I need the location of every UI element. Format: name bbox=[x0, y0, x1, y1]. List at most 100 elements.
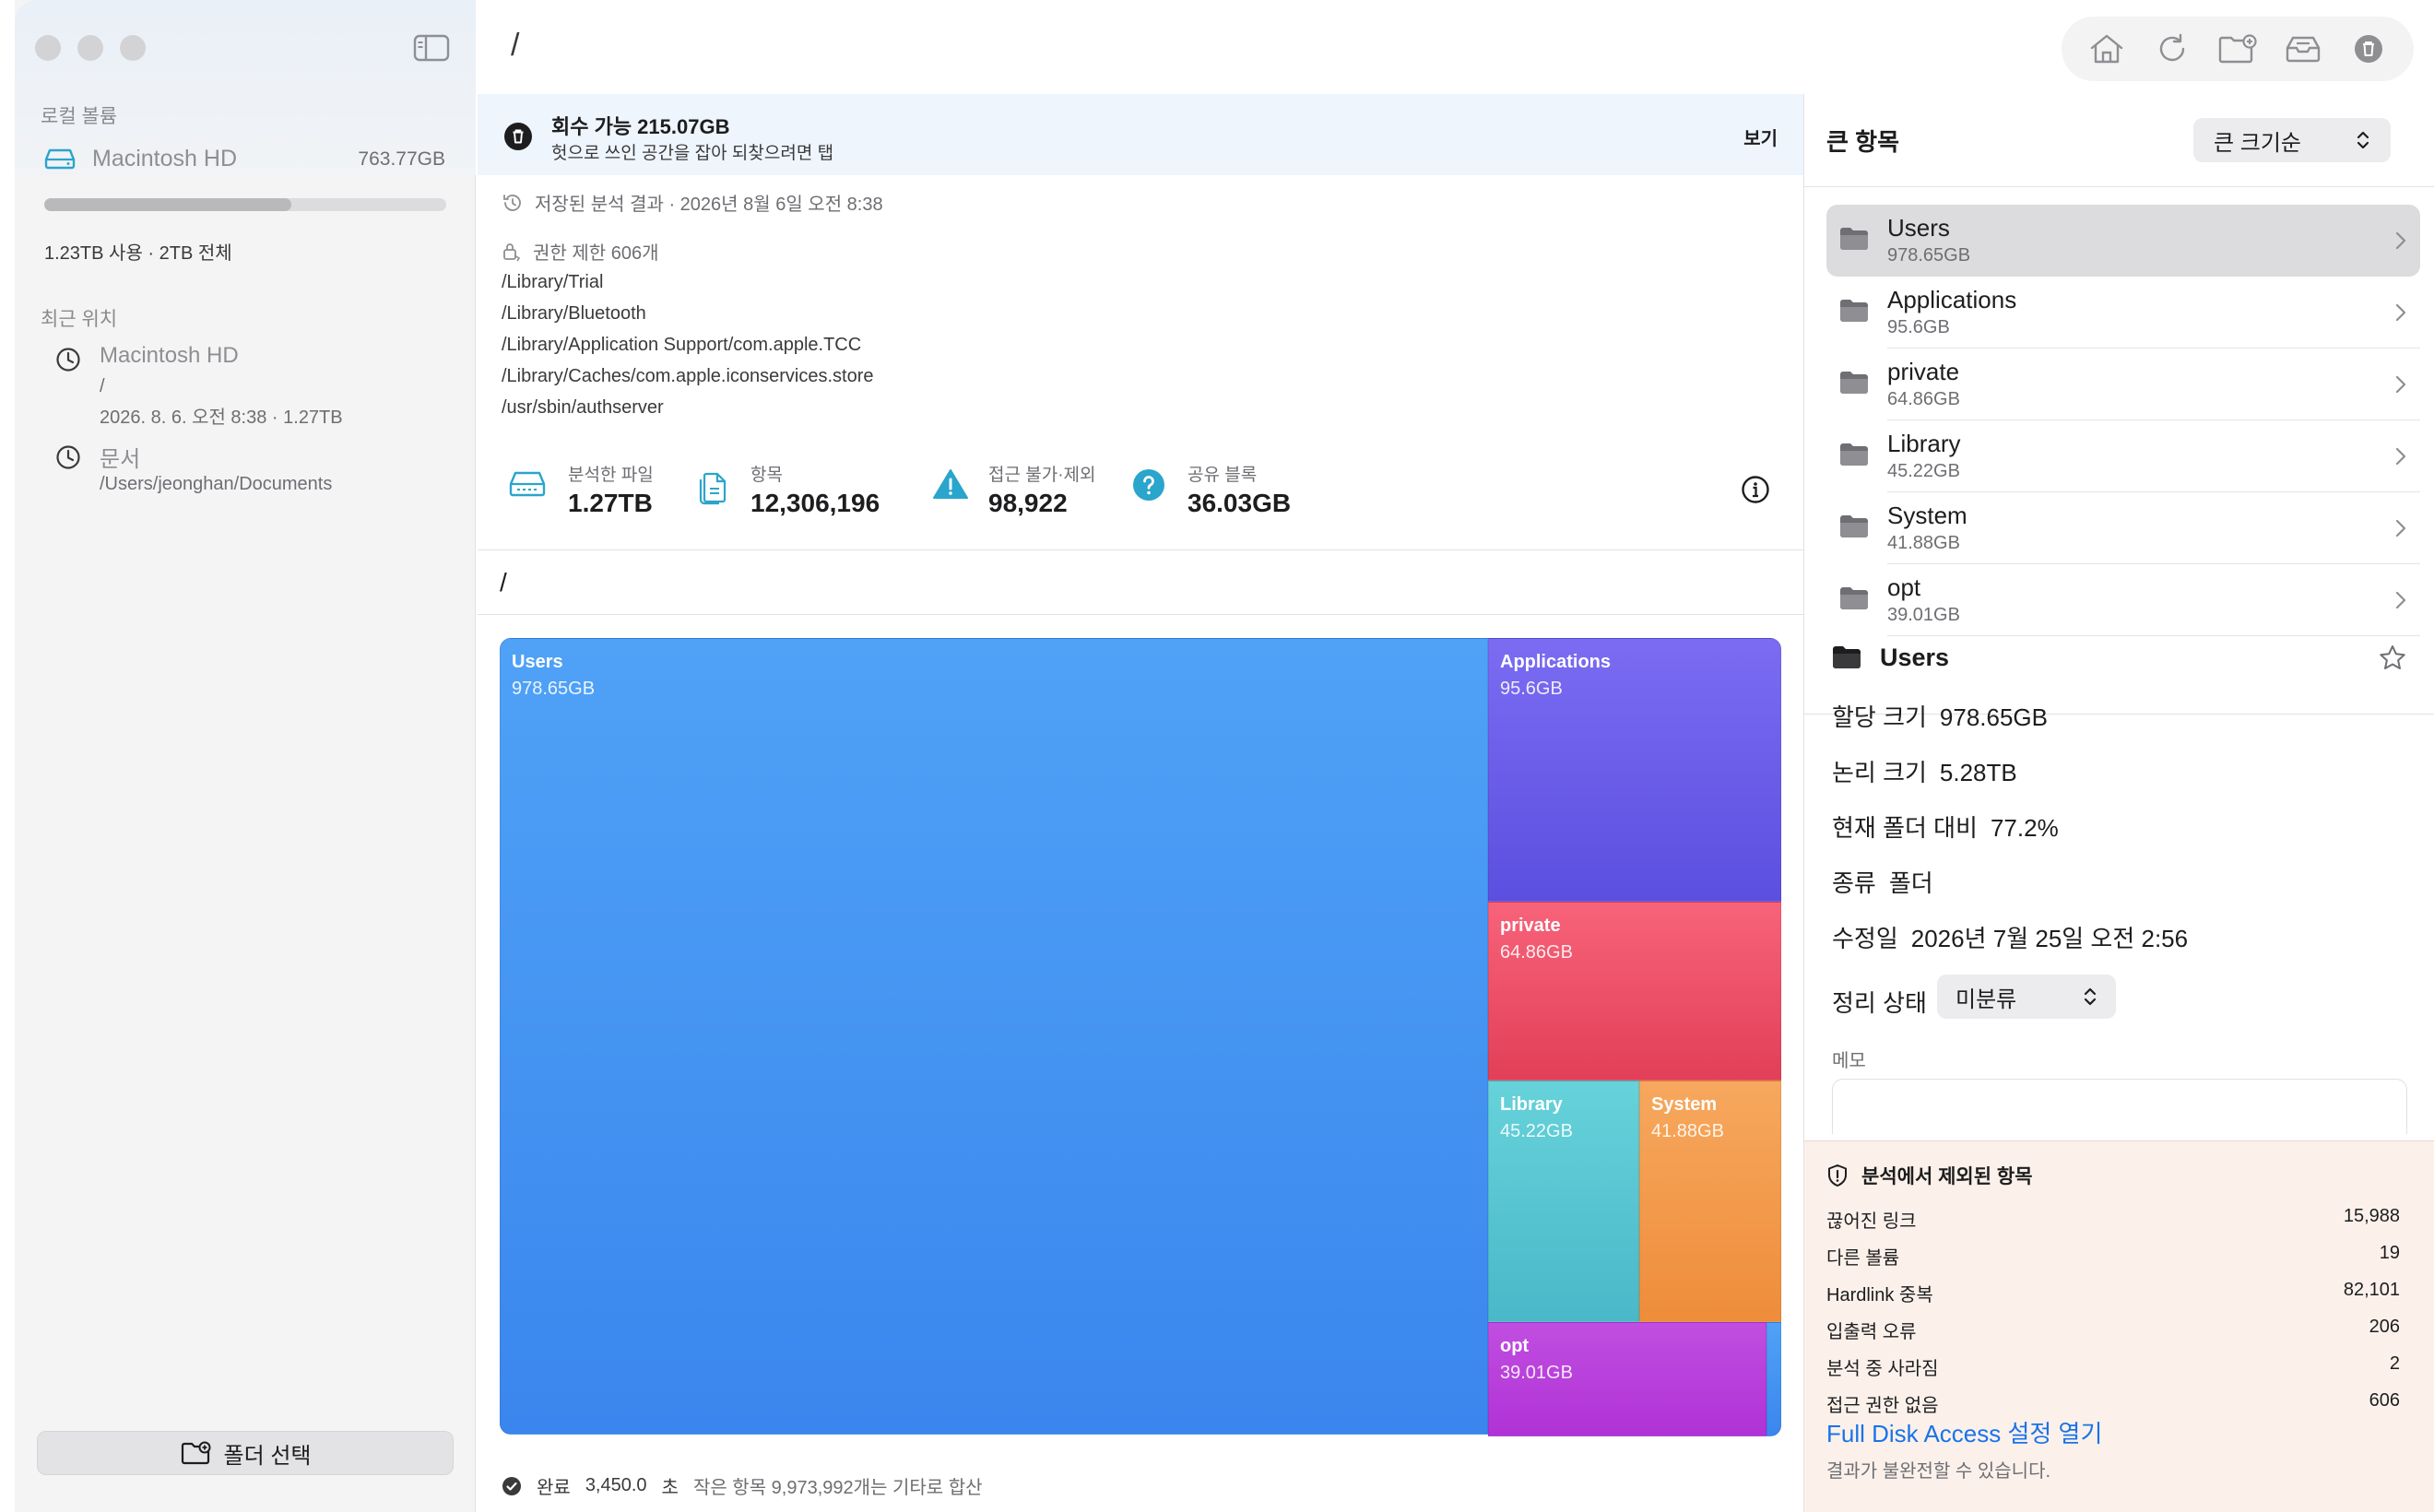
stat-label: 공유 블록 bbox=[1187, 466, 1258, 485]
status-bar: 완료 3,450.0 초 작은 항목 9,973,992개는 기타로 합산 bbox=[502, 1472, 983, 1499]
detail-label: 수정일 bbox=[1832, 925, 1898, 952]
excluded-row: Hardlink 중복 82,101 bbox=[1826, 1280, 2400, 1306]
excluded-value: 206 bbox=[2369, 1317, 2400, 1337]
restricted-path: /Library/Caches/com.apple.iconservices.s… bbox=[502, 366, 874, 386]
tile-size: 978.65GB bbox=[512, 679, 596, 699]
detail-value: 77.2% bbox=[1990, 814, 2059, 842]
history-icon bbox=[502, 192, 524, 214]
stat-value: 1.27TB bbox=[568, 489, 653, 517]
recent-item-documents[interactable]: 문서 /Users/jeonghan/Documents bbox=[55, 441, 443, 500]
tile-name: Applications bbox=[1500, 652, 1612, 672]
star-icon[interactable] bbox=[2378, 644, 2407, 673]
check-icon bbox=[502, 1476, 522, 1496]
choose-folder-button[interactable]: 폴더 선택 bbox=[37, 1431, 454, 1475]
cleanup-status-select[interactable]: 미분류 bbox=[1937, 975, 2116, 1019]
excluded-label: 분석 중 사라짐 bbox=[1826, 1359, 1939, 1379]
status-note: 작은 항목 9,973,992개는 기타로 합산 bbox=[692, 1478, 983, 1498]
treemap: Users 978.65GB Applications 95.6GB priva… bbox=[500, 638, 1781, 1436]
reclaim-view-button[interactable]: 보기 bbox=[1743, 124, 1778, 150]
refresh-icon[interactable] bbox=[2148, 25, 2196, 73]
detail-row-logical: 논리 크기 5.28TB bbox=[1832, 754, 2017, 788]
divider bbox=[478, 614, 1803, 615]
tile-size: 39.01GB bbox=[1500, 1363, 1573, 1383]
treemap-tile-small[interactable] bbox=[1766, 1322, 1781, 1436]
big-items-title: 큰 항목 bbox=[1826, 128, 1899, 156]
folder-icon bbox=[1839, 586, 1869, 610]
recent-item-macintosh-hd[interactable]: Macintosh HD / 2026. 8. 6. 오전 8:38 · 1.2… bbox=[55, 343, 443, 428]
tile-name: private bbox=[1500, 915, 1561, 936]
window-minimize-button[interactable] bbox=[77, 35, 103, 61]
detail-name: Users bbox=[1880, 644, 1950, 671]
big-item-name: Users bbox=[1887, 214, 1950, 242]
folder-badge-icon bbox=[180, 1440, 213, 1466]
treemap-tile-private[interactable]: private 64.86GB bbox=[1488, 902, 1781, 1081]
detail-row-ratio: 현재 폴더 대비 77.2% bbox=[1832, 809, 2059, 844]
treemap-tile-users[interactable]: Users 978.65GB bbox=[500, 638, 1488, 1435]
new-folder-icon[interactable] bbox=[2214, 25, 2262, 73]
folder-icon bbox=[1839, 227, 1869, 251]
big-item-row[interactable]: opt 39.01GB bbox=[1826, 564, 2420, 636]
big-item-size: 45.22GB bbox=[1887, 461, 1960, 481]
excluded-title: 분석에서 제외된 항목 bbox=[1861, 1166, 2033, 1187]
permission-row: 권한 제한 606개 bbox=[502, 238, 658, 265]
chevron-right-icon bbox=[2394, 590, 2407, 610]
recent-item-title: Macintosh HD bbox=[100, 343, 239, 368]
reclaim-title: 회수 가능 215.07GB bbox=[551, 115, 730, 138]
chevron-right-icon bbox=[2394, 302, 2407, 323]
treemap-tile-library[interactable]: Library 45.22GB bbox=[1488, 1081, 1639, 1322]
big-item-size: 39.01GB bbox=[1887, 605, 1960, 625]
archive-icon[interactable] bbox=[2279, 25, 2327, 73]
big-item-row[interactable]: Library 45.22GB bbox=[1826, 420, 2420, 492]
detail-row-kind: 종류 폴더 bbox=[1832, 865, 1933, 899]
detail-label: 종류 bbox=[1832, 869, 1876, 897]
big-item-row[interactable]: System 41.88GB bbox=[1826, 492, 2420, 564]
incomplete-result-note: 결과가 불완전할 수 있습니다. bbox=[1826, 1461, 2051, 1482]
trash-icon bbox=[503, 122, 533, 151]
row-separator bbox=[1887, 635, 2420, 636]
recent-item-meta: 2026. 8. 6. 오전 8:38 · 1.27TB bbox=[100, 408, 343, 428]
treemap-tile-system[interactable]: System 41.88GB bbox=[1639, 1081, 1781, 1322]
tile-size: 64.86GB bbox=[1500, 942, 1573, 963]
clock-icon bbox=[55, 444, 81, 470]
big-item-row[interactable]: Applications 95.6GB bbox=[1826, 277, 2420, 348]
big-item-name: Library bbox=[1887, 430, 1961, 457]
divider bbox=[1804, 186, 2434, 187]
recent-item-path: / bbox=[100, 376, 105, 396]
full-disk-access-link[interactable]: Full Disk Access 설정 열기 bbox=[1826, 1415, 2102, 1449]
stat-value: 12,306,196 bbox=[750, 489, 880, 517]
status-label: 완료 bbox=[537, 1478, 571, 1498]
updown-chevron-icon bbox=[2356, 129, 2370, 151]
files-icon bbox=[697, 468, 728, 505]
excluded-value: 15,988 bbox=[2343, 1206, 2400, 1226]
volume-usage-bar bbox=[44, 198, 446, 211]
reclaim-banner[interactable]: 회수 가능 215.07GB 헛으로 쓰인 공간을 잡아 되찾으려면 탭 보기 bbox=[478, 94, 1803, 175]
detail-value: 978.65GB bbox=[1939, 703, 2048, 731]
treemap-tile-opt[interactable]: opt 39.01GB bbox=[1488, 1322, 1766, 1436]
volume-name[interactable]: Macintosh HD bbox=[92, 146, 237, 172]
big-items-list[interactable]: Users 978.65GB Applications 95.6GB priva… bbox=[1826, 205, 2420, 714]
tile-name: Library bbox=[1500, 1094, 1563, 1115]
folder-icon bbox=[1839, 371, 1869, 395]
volume-usage-text: 1.23TB 사용 · 2TB 전체 bbox=[44, 243, 232, 264]
detail-label: 현재 폴더 대비 bbox=[1832, 814, 1978, 842]
treemap-tile-applications[interactable]: Applications 95.6GB bbox=[1488, 638, 1781, 902]
big-item-row[interactable]: private 64.86GB bbox=[1826, 348, 2420, 420]
excluded-label: 끊어진 링크 bbox=[1826, 1211, 1917, 1232]
trash-icon[interactable] bbox=[2345, 25, 2393, 73]
excluded-value: 82,101 bbox=[2343, 1280, 2400, 1300]
info-icon[interactable] bbox=[1741, 475, 1770, 504]
detail-value: 2026년 7월 25일 오전 2:56 bbox=[1910, 925, 2189, 952]
tile-size: 41.88GB bbox=[1651, 1121, 1724, 1141]
status-unit: 초 bbox=[661, 1478, 679, 1498]
sidebar-toggle-icon[interactable] bbox=[413, 33, 450, 63]
folder-icon bbox=[1839, 299, 1869, 323]
excluded-label: 다른 볼륨 bbox=[1826, 1248, 1900, 1269]
big-item-row[interactable]: Users 978.65GB bbox=[1826, 205, 2420, 277]
sort-select[interactable]: 큰 크기순 bbox=[2193, 118, 2391, 162]
big-item-name: private bbox=[1887, 358, 1960, 385]
home-icon[interactable] bbox=[2083, 25, 2131, 73]
window-zoom-button[interactable] bbox=[120, 35, 146, 61]
recent-item-path: /Users/jeonghan/Documents bbox=[100, 474, 333, 494]
excluded-label: 입출력 오류 bbox=[1826, 1322, 1917, 1342]
window-close-button[interactable] bbox=[35, 35, 61, 61]
